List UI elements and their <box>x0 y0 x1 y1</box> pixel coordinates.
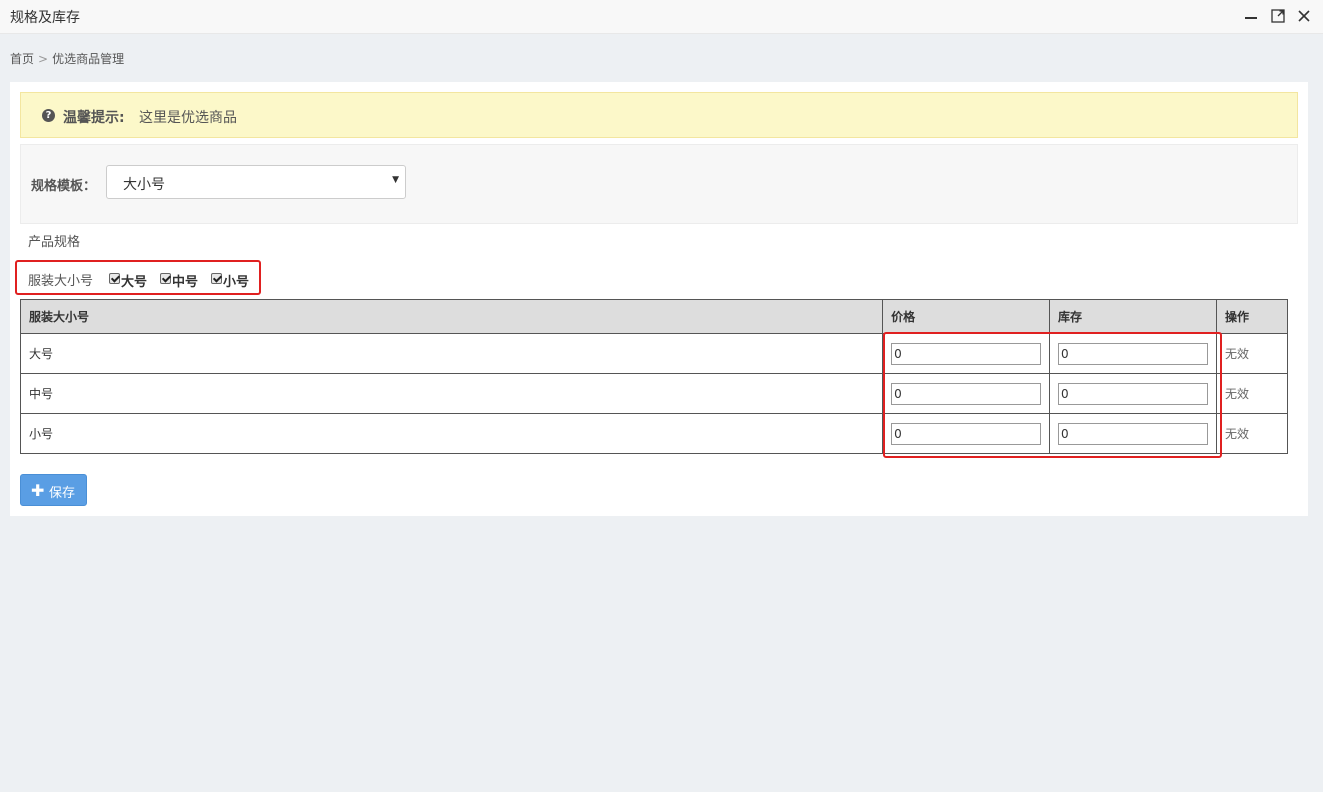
main-panel: ? 温馨提示: 这里是优选商品 规格模板： 大小号 ▼ 产品规格 服装大小号 大… <box>10 82 1308 516</box>
column-header-size: 服装大小号 <box>19 299 884 334</box>
column-header-stock: 库存 <box>1049 299 1218 334</box>
price-cell <box>882 373 1051 414</box>
price-input[interactable] <box>891 382 1042 405</box>
stock-cell <box>1049 373 1218 414</box>
row-size-name: 中号 <box>19 373 884 414</box>
column-header-price: 价格 <box>882 299 1051 334</box>
stock-cell <box>1049 413 1218 454</box>
spec-group-label: 服装大小号 <box>28 274 94 289</box>
plus-icon: ✚ <box>31 481 45 500</box>
row-action[interactable]: 无效 <box>1216 373 1288 414</box>
row-size-name: 大号 <box>19 333 884 374</box>
template-box: 规格模板： 大小号 ▼ <box>20 144 1298 224</box>
breadcrumb: 首页 > 优选商品管理 <box>10 50 124 67</box>
window-titlebar: 规格及库存 <box>0 0 1323 34</box>
breadcrumb-current: 优选商品管理 <box>52 52 125 66</box>
price-input[interactable] <box>891 422 1042 445</box>
checkbox-checked-icon <box>211 273 222 284</box>
checkbox-checked-icon <box>160 273 171 284</box>
price-cell <box>882 333 1051 374</box>
template-label: 规格模板： <box>31 179 97 194</box>
spec-table: 服装大小号 价格 库存 操作 大号 无效 中号 无效 小号 <box>19 299 1288 454</box>
save-button[interactable]: ✚ 保存 <box>20 474 87 506</box>
breadcrumb-separator: > <box>38 52 49 66</box>
tip-banner: ? 温馨提示: 这里是优选商品 <box>20 92 1298 138</box>
column-header-action: 操作 <box>1216 299 1288 334</box>
checkbox-label: 小号 <box>223 275 250 290</box>
window-title: 规格及库存 <box>10 10 80 26</box>
stock-input[interactable] <box>1058 382 1209 405</box>
question-circle-icon: ? <box>42 109 55 122</box>
row-action[interactable]: 无效 <box>1216 333 1288 374</box>
stock-cell <box>1049 333 1218 374</box>
row-size-name: 小号 <box>19 413 884 454</box>
stock-input[interactable] <box>1058 342 1209 365</box>
table-header-row: 服装大小号 价格 库存 操作 <box>19 299 1288 334</box>
template-select[interactable]: 大小号 ▼ <box>106 165 406 199</box>
spec-title: 产品规格 <box>28 235 81 250</box>
table-row: 小号 无效 <box>19 413 1288 454</box>
spec-option-group: 服装大小号 大号 中号 小号 <box>15 260 261 295</box>
save-button-label: 保存 <box>49 486 76 501</box>
stock-input[interactable] <box>1058 422 1209 445</box>
template-selected-value: 大小号 <box>123 177 165 193</box>
price-cell <box>882 413 1051 454</box>
minimize-icon[interactable] <box>1242 7 1260 25</box>
close-icon[interactable] <box>1295 7 1313 25</box>
table-row: 大号 无效 <box>19 333 1288 374</box>
checkbox-checked-icon <box>109 273 120 284</box>
caret-down-icon: ▼ <box>392 175 399 185</box>
table-row: 中号 无效 <box>19 373 1288 414</box>
checkbox-label: 中号 <box>172 275 199 290</box>
price-input[interactable] <box>891 342 1042 365</box>
checkbox-label: 大号 <box>121 275 148 290</box>
tip-text: 这里是优选商品 <box>139 110 237 126</box>
breadcrumb-home[interactable]: 首页 <box>10 52 34 66</box>
maximize-icon[interactable] <box>1269 7 1287 25</box>
row-action[interactable]: 无效 <box>1216 413 1288 454</box>
tip-label: 温馨提示: <box>63 110 125 126</box>
